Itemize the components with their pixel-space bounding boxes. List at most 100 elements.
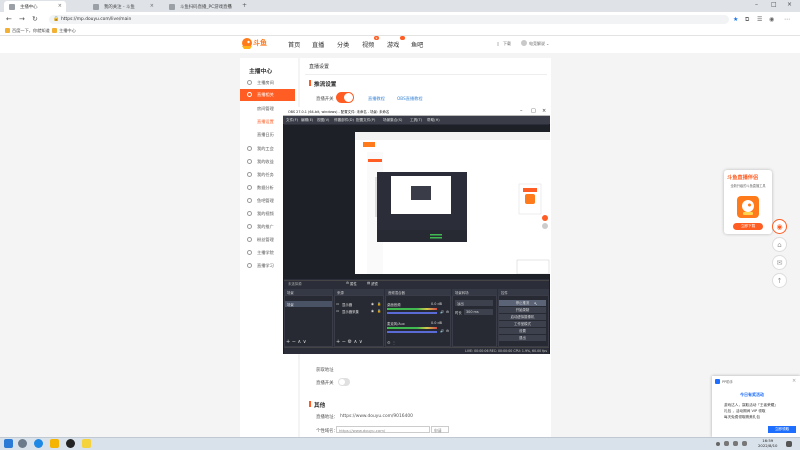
sidebar-item-fans[interactable]: 粉丝管理 xyxy=(257,237,274,243)
virtual-camera-button[interactable]: 启动虚拟摄像机 xyxy=(499,314,546,320)
mic-volume-slider[interactable] xyxy=(387,331,437,333)
eye-icon[interactable]: ◉ xyxy=(371,302,374,306)
nav-yuba[interactable]: 鱼吧 xyxy=(411,40,423,49)
notification-center-icon[interactable] xyxy=(786,441,792,447)
source-item[interactable]: 显示器采集 xyxy=(342,309,359,314)
back-to-top-icon[interactable]: ↑ xyxy=(772,273,787,288)
edge-icon[interactable] xyxy=(34,439,43,448)
close-icon[interactable]: × xyxy=(58,3,62,9)
sidebar-item-guild[interactable]: 我的工会 xyxy=(257,146,274,152)
sidebar-item-yuba[interactable]: 鱼吧管理 xyxy=(257,198,274,204)
gear-icon[interactable]: ⚙ xyxy=(446,329,449,333)
properties-button[interactable]: 属性 xyxy=(350,281,357,286)
download-button[interactable]: 立即下载 xyxy=(733,223,763,230)
obs-close-icon[interactable]: × xyxy=(542,108,546,114)
sidebar-item-calendar[interactable]: 直播日历 xyxy=(257,132,274,138)
sidebar-item-study[interactable]: 直播学习 xyxy=(257,263,274,269)
network-icon[interactable] xyxy=(724,441,729,446)
obs-tutorial-link[interactable]: OBS直播教程 xyxy=(397,96,423,102)
lock-icon[interactable]: 🔒 xyxy=(377,309,381,313)
filter-icon[interactable]: ▤ xyxy=(367,281,370,285)
tab-guide[interactable]: 斗鱼扫码直播_PC游戏直播 × xyxy=(164,1,236,12)
obs-menu-docks[interactable]: 停靠部件(D) xyxy=(334,118,354,123)
notify-close-icon[interactable]: × xyxy=(792,378,796,384)
nav-home[interactable]: 首页 xyxy=(288,40,300,49)
sidebar-item-room-manage[interactable]: 房间管理 xyxy=(257,106,274,112)
chevron-down-icon[interactable]: ⌄ xyxy=(546,41,549,46)
live-toggle[interactable] xyxy=(336,92,354,103)
collections-icon[interactable]: ☰ xyxy=(757,15,762,24)
obs-maximize-icon[interactable]: □ xyxy=(531,108,536,114)
refresh-icon[interactable]: ↻ xyxy=(32,14,38,24)
source-item[interactable]: 显示器 xyxy=(342,302,352,307)
extension-icon[interactable]: ⧉ xyxy=(745,15,749,24)
obs-menu-view[interactable]: 视图(V) xyxy=(317,118,329,123)
exit-button[interactable]: 退出 xyxy=(499,335,546,341)
auto-toggle[interactable] xyxy=(338,378,350,386)
tray-chevron-icon[interactable] xyxy=(716,442,720,446)
obs-menu-file[interactable]: 文件(F) xyxy=(286,118,298,123)
clock[interactable]: 16:59 2022/8/10 xyxy=(758,438,777,448)
feedback-icon[interactable]: ✉ xyxy=(772,255,787,270)
stop-streaming-button[interactable]: 停止推流 xyxy=(499,300,546,306)
tab-follow[interactable]: 我的关注 - 斗鱼 × xyxy=(88,1,158,12)
source-add-icon[interactable]: + − ⚙ ∧ ∨ xyxy=(336,339,363,345)
custom-domain-input[interactable]: https://www.douyu.com/ xyxy=(336,426,430,433)
app-icon[interactable] xyxy=(82,439,91,448)
bookmark-streamer-center[interactable]: 主播中心 xyxy=(52,28,76,34)
sidebar-item-room[interactable]: 主播房间 xyxy=(257,80,274,86)
user-name[interactable]: 电竞解说 xyxy=(529,41,545,47)
sidebar-item-income[interactable]: 我的收益 xyxy=(257,159,274,165)
start-recording-button[interactable]: 开始录制 xyxy=(499,307,546,313)
gear-icon[interactable]: ⚙ xyxy=(446,310,449,314)
bookmark-baidu[interactable]: 百度一下，你就知道 xyxy=(5,28,50,34)
folder-icon[interactable] xyxy=(50,439,59,448)
minimize-icon[interactable]: – xyxy=(755,1,758,8)
nav-live[interactable]: 直播 xyxy=(312,40,324,49)
avatar[interactable] xyxy=(521,40,527,46)
tutorial-link[interactable]: 直播教程 xyxy=(368,96,385,102)
close-icon[interactable]: × xyxy=(150,3,154,9)
eye-icon[interactable]: ◉ xyxy=(371,309,374,313)
more-icon[interactable]: ⋯ xyxy=(784,15,790,24)
obs-menu-profile[interactable]: 配置文件(P) xyxy=(356,118,375,123)
close-icon[interactable]: × xyxy=(228,3,232,9)
forward-icon[interactable]: → xyxy=(19,14,25,24)
nav-category[interactable]: 分类 xyxy=(337,40,349,49)
gear-icon[interactable]: ⚙ xyxy=(346,281,349,285)
sidebar-item-promote[interactable]: 我的推广 xyxy=(257,224,274,230)
download-icon[interactable]: ▯ xyxy=(497,41,499,46)
address-input[interactable]: https://mp.douyu.com/live/main xyxy=(49,15,729,24)
speaker-icon[interactable]: 🔊 xyxy=(440,329,444,333)
maximize-icon[interactable]: □ xyxy=(771,1,777,8)
obs-menu-tools[interactable]: 工具(T) xyxy=(410,118,422,123)
sidebar-item-task[interactable]: 我的任务 xyxy=(257,172,274,178)
obs-minimize-icon[interactable]: – xyxy=(520,108,523,114)
volume-icon[interactable] xyxy=(733,441,738,446)
profile-icon[interactable]: ◉ xyxy=(769,15,774,24)
obs-menu-help[interactable]: 帮助(H) xyxy=(427,118,440,123)
window-close-icon[interactable]: × xyxy=(787,1,792,8)
windows-start-icon[interactable] xyxy=(4,439,13,448)
scene-item[interactable]: 场景 xyxy=(287,302,294,307)
home-icon[interactable]: ⌂ xyxy=(772,237,787,252)
speaker-icon[interactable]: 🔊 xyxy=(440,310,444,314)
scene-add-icon[interactable]: + − ∧ ∨ xyxy=(286,339,306,345)
filters-button[interactable]: 滤镜 xyxy=(371,281,378,286)
notify-action-button[interactable]: 立即领取 xyxy=(768,426,796,433)
apply-button[interactable]: 申请 xyxy=(431,426,449,433)
obs-menu-edit[interactable]: 编辑(E) xyxy=(301,118,313,123)
back-icon[interactable]: ← xyxy=(6,14,12,24)
sidebar-item-live[interactable]: 直播相关 xyxy=(257,92,274,98)
tab-active[interactable]: 主播中心 × xyxy=(4,1,66,12)
nav-video[interactable]: 视频 xyxy=(362,40,374,49)
download-link[interactable]: 下载 xyxy=(503,41,511,47)
studio-mode-button[interactable]: 工作室模式 xyxy=(499,321,546,327)
obs-menu-scene-collection[interactable]: 场景集合(S) xyxy=(383,118,402,123)
desktop-volume-slider[interactable] xyxy=(387,312,437,314)
sidebar-item-live-settings[interactable]: 直播设置 xyxy=(257,119,274,125)
search-icon[interactable] xyxy=(18,439,27,448)
mixer-menu-icon[interactable]: ⚙ ⋮ xyxy=(387,340,396,345)
favorite-star-icon[interactable]: ★ xyxy=(733,15,738,24)
sidebar-item-data[interactable]: 数据分析 xyxy=(257,185,274,191)
